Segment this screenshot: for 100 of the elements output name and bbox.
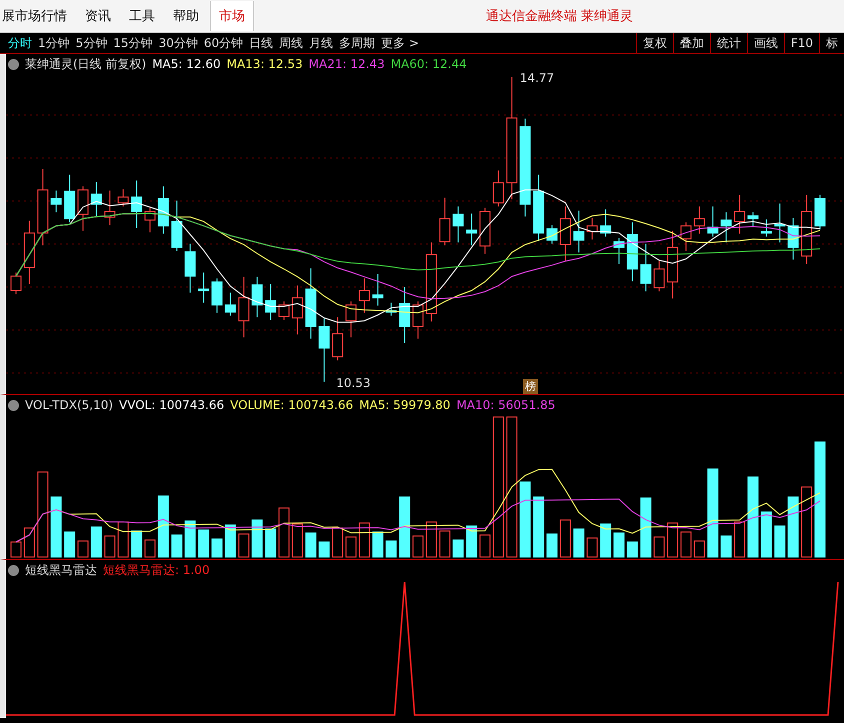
volume-bar (680, 532, 692, 558)
candlestick (492, 170, 504, 207)
volume-bar (346, 536, 356, 558)
volume-bar (358, 522, 370, 558)
candlestick (734, 194, 746, 234)
candlestick (198, 272, 210, 304)
collapse-icon[interactable] (8, 400, 19, 410)
candlestick (560, 206, 571, 262)
candlestick (144, 207, 156, 233)
period-tab[interactable]: 月线 (309, 33, 334, 53)
menu-item[interactable]: 资讯 (85, 7, 111, 25)
volume-bar (586, 538, 598, 558)
candlestick (680, 222, 692, 252)
candlestick (452, 206, 464, 243)
indicator-value: MA5: 59979.80 (359, 398, 450, 412)
volume-bar (720, 536, 732, 558)
volume-bar (144, 540, 156, 558)
candlestick (439, 197, 450, 246)
candlestick (533, 174, 544, 242)
price-label: 14.77 (520, 72, 554, 85)
candlestick (586, 217, 598, 240)
candlestick (118, 188, 129, 207)
volume-bar (774, 526, 786, 558)
volume-bar (184, 520, 196, 558)
candlestick (720, 212, 732, 243)
candlestick (278, 300, 290, 321)
candlestick (131, 180, 142, 228)
volume-bar (90, 526, 102, 558)
candlestick (224, 292, 236, 316)
period-tab[interactable]: 15分钟 (113, 33, 153, 53)
period-tab[interactable]: 更多 > (381, 33, 419, 53)
volume-bar (332, 528, 344, 558)
volume-bar (104, 536, 116, 558)
volume-bar (667, 522, 678, 558)
menu-item[interactable]: 工具 (129, 7, 155, 25)
volume-bar (654, 536, 665, 558)
volume-bar (131, 530, 142, 558)
period-tab[interactable]: 日线 (249, 33, 274, 53)
indicator-value: MA5: 12.60 (152, 57, 221, 71)
candlestick (358, 278, 370, 314)
candlestick (814, 194, 826, 230)
period-tab[interactable]: 分时 (8, 33, 32, 53)
volume-bar (600, 524, 612, 558)
candlestick (104, 190, 116, 226)
candlestick (64, 174, 76, 223)
indicator-value: VOLUME: 100743.66 (230, 398, 354, 412)
menu-item[interactable]: 帮助 (173, 7, 199, 25)
candlestick (774, 203, 786, 243)
period-tab[interactable]: 30分钟 (158, 33, 198, 53)
period-tab[interactable]: 多周期 (339, 33, 376, 53)
period-tab[interactable]: 1分钟 (38, 33, 70, 53)
volume-bar (252, 520, 263, 558)
candlestick (265, 284, 276, 321)
volume-bar (626, 542, 638, 558)
indicator-value: VVOL: 100743.66 (119, 398, 224, 412)
candlestick (788, 217, 799, 260)
volume-bar (533, 496, 544, 558)
volume-bar (78, 540, 88, 558)
candlestick (305, 268, 316, 340)
volume-bar (158, 496, 169, 558)
toolbar-button[interactable]: F10 (784, 33, 819, 53)
rank-badge[interactable]: 榜 (523, 379, 538, 394)
volume-bar (50, 496, 62, 558)
toolbar-button[interactable]: 标 (819, 33, 844, 53)
indicator-value: 短线黑马雷达: 1.00 (103, 562, 210, 578)
volume-bar (238, 534, 250, 558)
toolbar-button[interactable]: 画线 (746, 33, 784, 53)
collapse-icon[interactable] (8, 564, 19, 576)
candlestick (78, 186, 88, 232)
toolbar-button[interactable]: 复权 (636, 33, 673, 53)
volume-bar (399, 496, 410, 558)
indicator-value: MA60: 12.44 (390, 57, 467, 71)
candlestick (158, 186, 169, 234)
volume-bar (640, 498, 652, 558)
volume-bar (64, 532, 76, 558)
candlestick (748, 212, 758, 228)
period-tab[interactable]: 周线 (279, 33, 304, 53)
candlestick (614, 238, 624, 264)
volume-bar (439, 530, 450, 558)
candlestick (480, 207, 490, 254)
period-tab[interactable]: 60分钟 (204, 33, 244, 53)
volume-bar (426, 522, 437, 558)
toolbar-button[interactable]: 统计 (710, 33, 747, 53)
candlestick (546, 224, 558, 244)
market-tab[interactable]: 市场 (210, 1, 254, 31)
candlestick (573, 210, 584, 253)
toolbar-button[interactable]: 叠加 (672, 33, 710, 53)
indicator-value: MA10: 56051.85 (456, 398, 556, 412)
candlestick (626, 222, 638, 282)
volume-bar (224, 524, 236, 558)
menu-item[interactable]: 展市场行情 (2, 7, 67, 25)
candlestick (10, 272, 22, 295)
period-tab[interactable]: 5分钟 (76, 33, 108, 53)
volume-bar (734, 522, 746, 558)
candlestick (318, 318, 330, 382)
volume-bar (466, 526, 478, 558)
collapse-icon[interactable] (8, 58, 19, 70)
candlestick (50, 190, 62, 213)
volume-bar (278, 508, 290, 558)
price-label: 10.53 (336, 376, 371, 390)
